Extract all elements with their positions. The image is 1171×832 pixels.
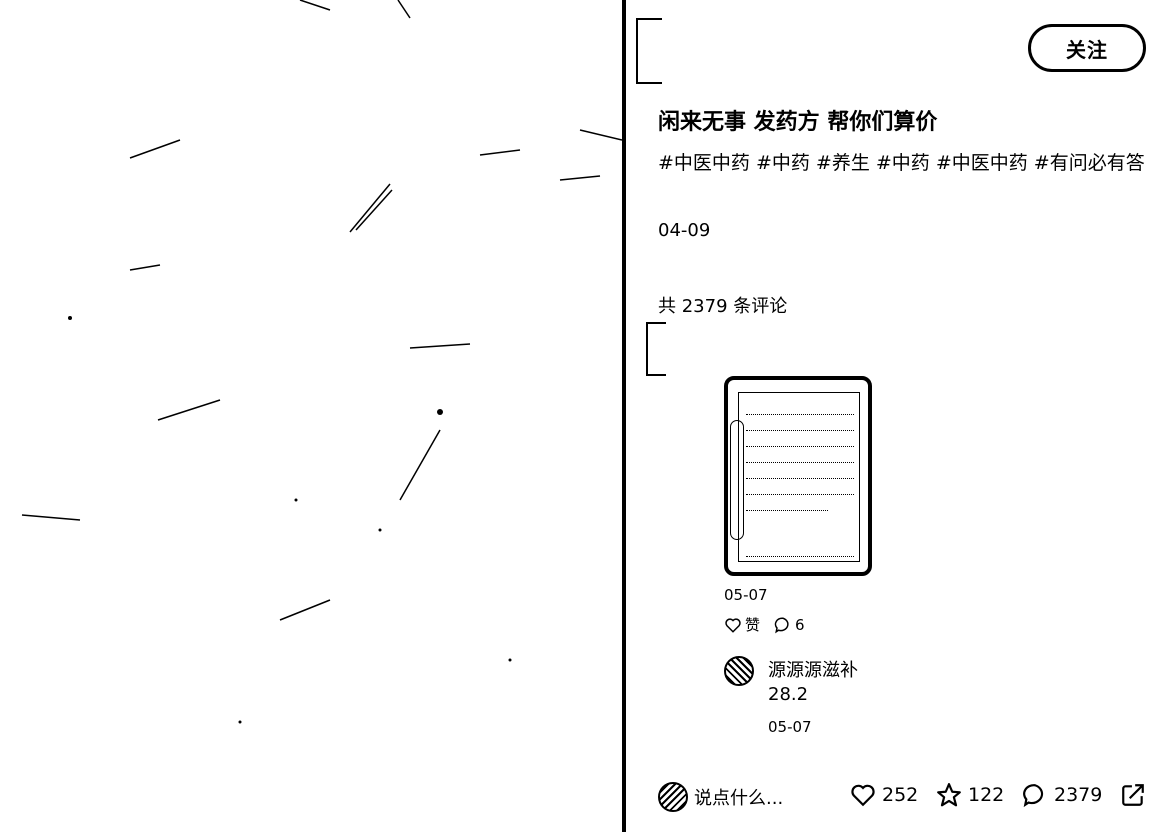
comment-like-button[interactable]: 赞	[724, 614, 760, 635]
prescription-paper	[738, 392, 860, 562]
star-icon	[937, 783, 961, 807]
avatar	[658, 782, 688, 812]
post-image-panel[interactable]	[0, 0, 622, 832]
comment-count-label: 共 2379 条评论	[658, 296, 788, 317]
commenter-avatar[interactable]	[646, 322, 666, 376]
reply-date: 05-07	[768, 718, 812, 736]
star-count: 122	[968, 784, 1005, 806]
reply-text: 28.2	[768, 684, 809, 705]
star-button[interactable]: 122	[936, 782, 1004, 808]
post-image	[21, 0, 622, 724]
post-title: 闲来无事 发药方 帮你们算价	[658, 110, 938, 135]
heart-icon	[725, 617, 741, 633]
comment-input[interactable]: 说点什么...	[694, 784, 783, 810]
post-date: 04-09	[658, 220, 711, 241]
comment-count: 2379	[1054, 784, 1103, 806]
comment-reply-button[interactable]: 6	[774, 616, 805, 634]
like-label: 赞	[745, 616, 761, 634]
post-tags[interactable]: #中医中药 #中药 #养生 #中药 #中医中药 #有问必有答	[658, 148, 1148, 178]
author-avatar[interactable]	[636, 18, 662, 84]
comment-actions: 赞 6	[724, 614, 805, 635]
share-button[interactable]	[1120, 782, 1146, 808]
share-icon	[1122, 784, 1144, 806]
heart-icon	[851, 784, 875, 807]
post-detail-panel: 关注 闲来无事 发药方 帮你们算价 #中医中药 #中药 #养生 #中药 #中医中…	[626, 0, 1171, 832]
comment-date: 05-07	[724, 586, 768, 604]
follow-button[interactable]: 关注	[1028, 24, 1146, 72]
avatar[interactable]	[724, 656, 754, 686]
comment-bubble-icon	[1023, 784, 1044, 808]
bottom-action-bar: 说点什么... 252 122 2379	[626, 770, 1171, 824]
like-button[interactable]: 252	[850, 782, 918, 808]
comment-button[interactable]: 2379	[1022, 782, 1102, 808]
reply-author-name[interactable]: 源源源滋补	[768, 656, 858, 682]
comment-image[interactable]	[724, 376, 872, 576]
like-count: 252	[882, 784, 919, 806]
comment-bubble-icon	[774, 616, 789, 633]
reply-count: 6	[795, 615, 805, 634]
